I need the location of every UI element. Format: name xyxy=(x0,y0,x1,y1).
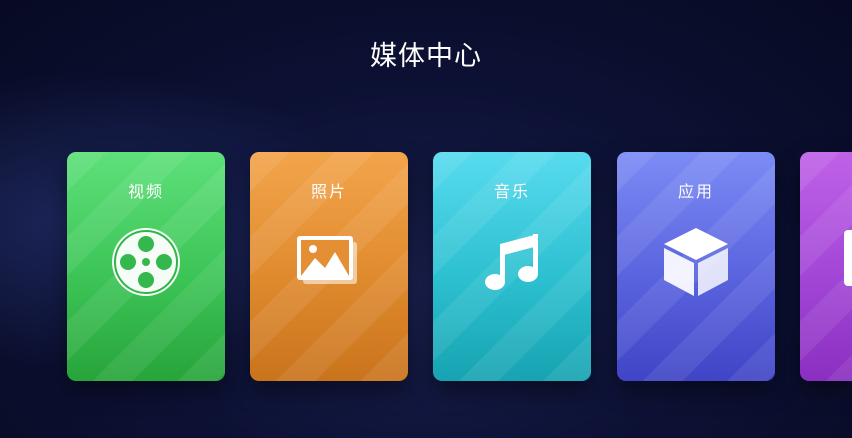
tile-photo-label: 照片 xyxy=(310,182,347,201)
tile-music-label: 音乐 xyxy=(493,182,530,201)
photo-gallery-icon xyxy=(289,222,369,302)
tile-video[interactable]: 视频 xyxy=(67,152,225,381)
music-note-icon xyxy=(472,222,552,302)
film-reel-icon xyxy=(106,222,186,302)
tile-video-label: 视频 xyxy=(127,182,164,201)
app-cube-icon xyxy=(656,222,736,302)
tile-music[interactable]: 音乐 xyxy=(433,152,591,381)
tile-apps-label: 应用 xyxy=(677,182,714,201)
page-title: 媒体中心 xyxy=(370,41,482,72)
tile-photo[interactable]: 照片 xyxy=(250,152,408,381)
tile-apps[interactable]: 应用 xyxy=(617,152,775,381)
tile-partial[interactable] xyxy=(800,152,852,381)
partial-tile-icon xyxy=(844,230,852,286)
